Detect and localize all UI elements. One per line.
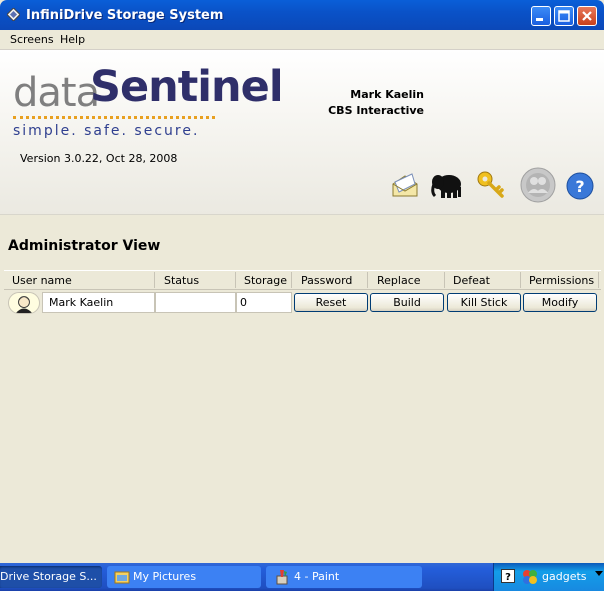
column-header-password[interactable]: Password xyxy=(301,274,352,287)
svg-text:?: ? xyxy=(575,177,584,196)
view-title: Administrator View xyxy=(8,238,161,254)
header-banner: data Sentinel simple. safe. secure. Vers… xyxy=(0,50,604,215)
minimize-icon xyxy=(536,18,543,21)
current-user-name: Mark Kaelin xyxy=(350,88,424,101)
system-tray: ? gadgets xyxy=(493,563,604,591)
column-separator xyxy=(367,272,368,288)
user-info: Mark Kaelin CBS Interactive xyxy=(300,87,424,119)
company-name: CBS Interactive xyxy=(328,104,424,117)
cell-storage: 0 xyxy=(236,292,292,313)
cell-user-name: Mark Kaelin xyxy=(42,292,155,313)
taskbar-item-my-pictures[interactable]: My Pictures xyxy=(107,566,261,588)
window-title: InfiniDrive Storage System xyxy=(26,8,224,23)
maximize-button[interactable] xyxy=(554,6,574,26)
column-separator xyxy=(520,272,521,288)
logo-divider xyxy=(13,116,215,119)
reset-password-button[interactable]: Reset xyxy=(294,293,368,312)
close-icon xyxy=(582,11,592,21)
users-table: User name Status Storage Password Replac… xyxy=(4,270,601,315)
users-icon[interactable] xyxy=(520,167,556,203)
modify-permissions-button[interactable]: Modify xyxy=(523,293,597,312)
help-icon[interactable]: ? xyxy=(566,172,594,200)
menu-help[interactable]: Help xyxy=(60,33,85,46)
taskbar-item-label: 4 - Paint xyxy=(294,570,340,583)
chevron-down-icon[interactable] xyxy=(595,571,603,577)
key-icon[interactable] xyxy=(476,170,506,200)
column-header-permissions[interactable]: Permissions xyxy=(529,274,594,287)
taskbar-item-infinidrive[interactable]: Drive Storage S... xyxy=(0,566,102,588)
column-separator xyxy=(235,272,236,288)
column-separator xyxy=(291,272,292,288)
table-row[interactable]: Mark Kaelin 0 Reset Build Kill Stick Mod… xyxy=(4,291,601,315)
elephant-icon[interactable] xyxy=(430,170,466,200)
title-bar[interactable]: InfiniDrive Storage System xyxy=(0,0,604,30)
column-header-replace[interactable]: Replace xyxy=(377,274,421,287)
column-header-user-name[interactable]: User name xyxy=(12,274,72,287)
logo-data-text: data xyxy=(13,70,100,116)
menu-screens[interactable]: Screens xyxy=(10,33,54,46)
taskbar-item-paint[interactable]: 4 - Paint xyxy=(266,566,422,588)
maximize-icon xyxy=(558,10,570,22)
column-header-storage[interactable]: Storage xyxy=(244,274,287,287)
column-separator xyxy=(598,272,599,288)
help-tray-icon[interactable]: ? xyxy=(501,569,515,583)
table-header: User name Status Storage Password Replac… xyxy=(4,270,601,290)
cell-status xyxy=(155,292,236,313)
app-icon xyxy=(7,8,20,21)
user-avatar-icon xyxy=(8,292,40,314)
logo-sentinel-text: Sentinel xyxy=(90,62,284,112)
gadgets-icon[interactable] xyxy=(522,569,538,585)
build-replace-button[interactable]: Build xyxy=(370,293,444,312)
column-header-defeat[interactable]: Defeat xyxy=(453,274,490,287)
column-separator xyxy=(154,272,155,288)
svg-text:?: ? xyxy=(505,572,511,583)
taskbar: Drive Storage S... My Pictures 4 - Paint… xyxy=(0,563,604,591)
kill-stick-button[interactable]: Kill Stick xyxy=(447,293,521,312)
minimize-button[interactable] xyxy=(531,6,551,26)
paint-icon xyxy=(276,570,288,585)
envelope-icon[interactable] xyxy=(390,170,420,200)
column-header-status[interactable]: Status xyxy=(164,274,199,287)
taskbar-item-label: Drive Storage S... xyxy=(0,570,97,583)
column-separator xyxy=(444,272,445,288)
gadgets-label[interactable]: gadgets xyxy=(542,570,587,583)
app-window: InfiniDrive Storage System Screens Help … xyxy=(0,0,604,560)
folder-icon xyxy=(114,571,130,584)
menu-bar: Screens Help xyxy=(0,30,604,50)
logo-tagline: simple. safe. secure. xyxy=(13,123,200,139)
taskbar-item-label: My Pictures xyxy=(133,570,197,583)
version-text: Version 3.0.22, Oct 28, 2008 xyxy=(20,152,178,165)
close-button[interactable] xyxy=(577,6,597,26)
